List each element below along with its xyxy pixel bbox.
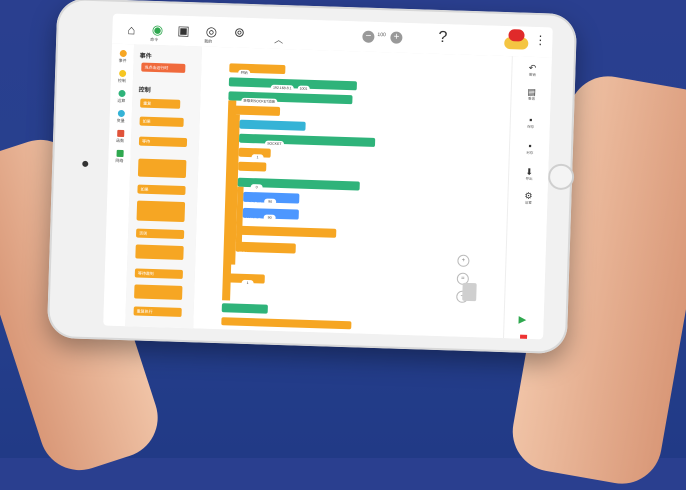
redo-icon: ▤	[527, 86, 537, 97]
palette-block[interactable]	[137, 158, 187, 179]
script-block[interactable]	[221, 317, 352, 330]
help-icon[interactable]: ?	[438, 29, 447, 47]
script-block[interactable]: 重复执行	[233, 105, 281, 120]
settings-button[interactable]: ⚙ 设置	[520, 191, 536, 206]
category-dot	[117, 89, 126, 98]
device-icon[interactable]: ▣	[174, 22, 193, 41]
tab-caption: 命令	[150, 36, 159, 43]
script-block[interactable]: 建立SOCKET IP地址 192.168.8.1 1001	[228, 77, 357, 93]
palette-block[interactable]: 如果	[137, 184, 186, 196]
script-block[interactable]: 当开始	[229, 63, 286, 78]
settings-icon: ⚙	[524, 190, 533, 201]
tablet-frame: ⌂ ◉ 命令 ▣ ◎ 我的 ⊚ − 100 + ? ⋮ 事件 控制 运算 变量 …	[46, 0, 578, 355]
export-icon: ⬇	[525, 166, 534, 177]
category-operators[interactable]: 运算	[115, 89, 127, 104]
zoom-level: 100	[377, 31, 386, 39]
camera-tab-icon[interactable]: ⊚	[230, 23, 249, 42]
camera-icon	[82, 160, 89, 167]
palette-block[interactable]: 否则	[135, 228, 185, 240]
palette-block[interactable]: 当点击运行时	[141, 62, 186, 73]
tab-caption: 我的	[204, 38, 213, 44]
save-button[interactable]: ▪ 保存	[523, 115, 539, 130]
script-block[interactable]: 舵机角度 90	[242, 207, 299, 222]
save-as-icon: ▪	[528, 140, 532, 151]
save-as-button[interactable]: ▪ 另存	[522, 141, 538, 156]
zoom-in-button[interactable]: +	[390, 31, 403, 44]
category-control[interactable]: 控制	[116, 69, 128, 84]
script-block[interactable]: 关闭SOCKET	[221, 303, 268, 318]
zoom-in-icon[interactable]: +	[457, 254, 470, 267]
script-block[interactable]: 等待 1	[228, 273, 265, 288]
collapse-chevron-icon[interactable]: ︿	[274, 35, 284, 45]
undo-button[interactable]: ↶ 撤销	[524, 63, 540, 78]
app-screen: ⌂ ◉ 命令 ▣ ◎ 我的 ⊚ − 100 + ? ⋮ 事件 控制 运算 变量 …	[103, 13, 553, 340]
palette-block[interactable]: 等待直到	[134, 268, 183, 279]
category-variables[interactable]: 变量	[115, 109, 127, 124]
palette-block[interactable]	[135, 244, 184, 260]
export-button[interactable]: ⬇ 导出	[521, 167, 537, 182]
redo-button[interactable]: ▤ 重做	[523, 87, 539, 102]
palette-block[interactable]: 重复执行	[133, 306, 182, 317]
category-dot	[118, 69, 126, 78]
palette-block[interactable]	[134, 284, 183, 300]
home-icon[interactable]: ⌂	[122, 20, 141, 39]
category-network[interactable]: 网络	[113, 149, 125, 164]
script-block[interactable]: 舵机角度 90	[243, 191, 300, 206]
script-block[interactable]: 如果获取到SOCKET消息	[228, 91, 353, 106]
trash-icon[interactable]	[462, 282, 477, 302]
home-button[interactable]	[547, 163, 575, 191]
category-dot	[116, 129, 124, 138]
palette-block[interactable]	[136, 200, 186, 223]
script-block[interactable]: 如果 0	[237, 177, 360, 192]
category-functions[interactable]: 函数	[114, 129, 126, 144]
script-block[interactable]	[236, 225, 337, 238]
block-palette: ︿ 事件 当点击运行时 控制 重复 如果 等待 如果 否则 等待直到 重复执行	[125, 35, 283, 329]
category-events[interactable]: 事件	[116, 49, 128, 64]
script-block[interactable]: 等待 1	[238, 147, 271, 162]
script-block[interactable]: SOCKET 发送变量	[239, 119, 306, 135]
category-dot	[116, 149, 124, 158]
save-icon: ▪	[529, 114, 533, 125]
zoom-out-button[interactable]: −	[362, 30, 375, 43]
palette-section-title: 事件	[139, 53, 152, 60]
run-button[interactable]: ▶	[518, 315, 526, 326]
menu-icon[interactable]: ⋮	[534, 33, 546, 47]
right-toolbar: ↶ 撤销 ▤ 重做 ▪ 保存 ▪ 另存 ⬇ 导出 ⚙ 设置 ▶	[503, 56, 553, 340]
script-block[interactable]: 否则	[235, 241, 296, 256]
palette-section-title: 控制	[138, 87, 151, 94]
category-dot	[119, 49, 127, 58]
undo-icon: ↶	[528, 62, 537, 73]
stop-button[interactable]	[519, 334, 528, 340]
palette-block[interactable]: 重复	[140, 98, 181, 109]
script-block[interactable]: 将结果 变量 SOCKET	[239, 133, 376, 148]
emergency-stop-button[interactable]	[504, 29, 529, 50]
palette-block[interactable]: 如果	[139, 116, 184, 127]
script-block[interactable]: 如果	[238, 161, 267, 176]
palette-block[interactable]: 等待	[138, 136, 188, 148]
category-dot	[117, 109, 125, 118]
